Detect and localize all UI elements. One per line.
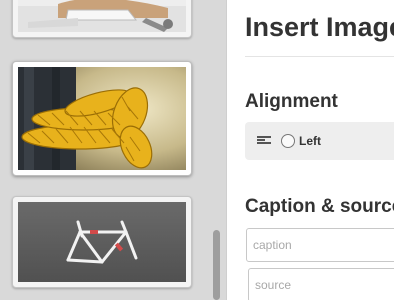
image-library-pane	[0, 0, 226, 300]
source-input[interactable]	[248, 268, 394, 300]
yellow-rope-photo	[18, 67, 186, 170]
desk-photo	[18, 0, 186, 32]
align-left-icon	[257, 136, 271, 146]
library-scrollbar-thumb[interactable]	[213, 230, 220, 300]
page-title: Insert Image	[245, 12, 394, 42]
title-divider	[245, 56, 394, 57]
insert-image-panel: Insert Image Alignment Left Caption & so…	[226, 0, 394, 300]
caption-source-heading: Caption & source	[245, 196, 394, 217]
alignment-left-label: Left	[299, 134, 321, 148]
alignment-option-left[interactable]: Left	[245, 122, 394, 160]
alignment-heading: Alignment	[245, 91, 338, 112]
image-thumbnail-bike[interactable]	[12, 196, 192, 288]
alignment-left-radio[interactable]	[281, 134, 295, 148]
image-thumbnail-rope[interactable]	[12, 61, 192, 176]
image-thumbnail-desk[interactable]	[12, 0, 192, 38]
bike-frame-photo	[18, 202, 186, 282]
caption-input[interactable]	[246, 228, 394, 262]
